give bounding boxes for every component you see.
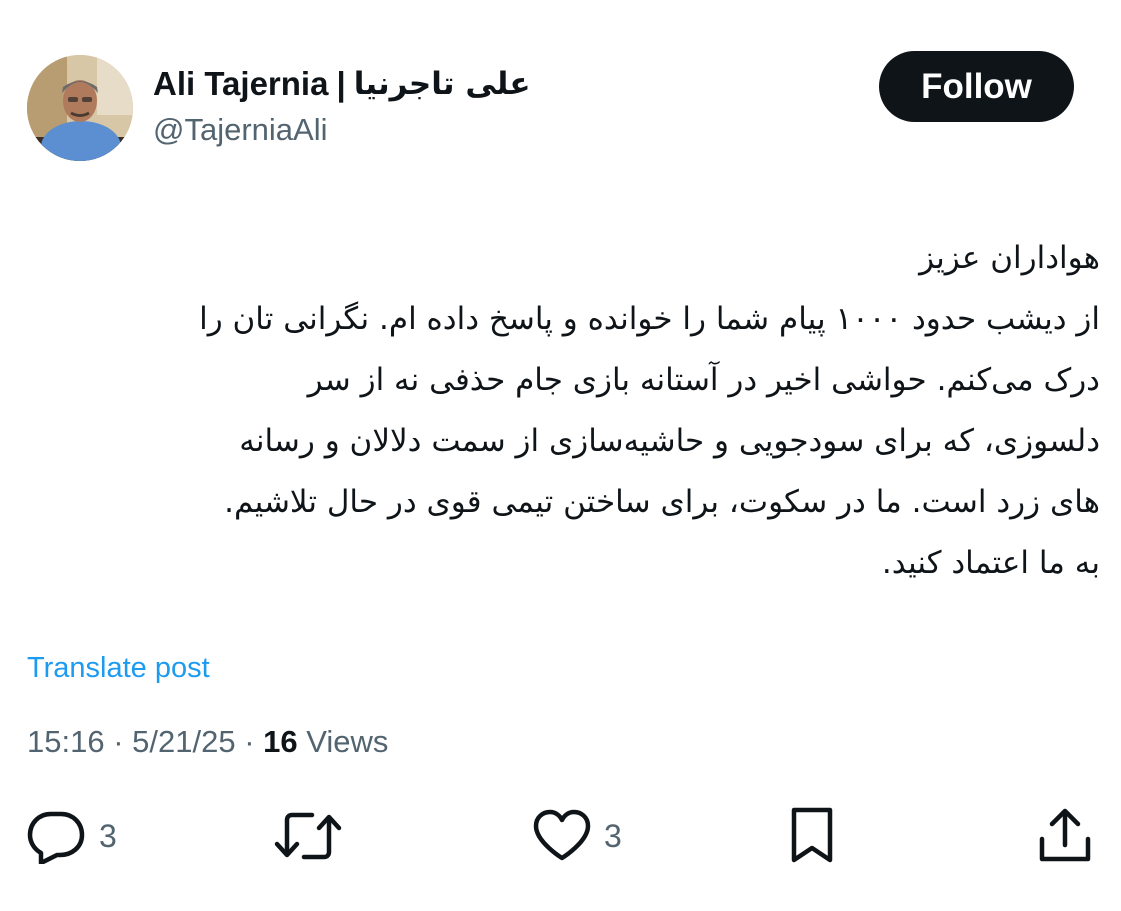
share-button[interactable] [1036,808,1094,864]
avatar[interactable] [27,55,133,161]
user-handle[interactable]: @TajerniaAli [153,108,531,152]
tweet-line: دلسوزی، که برای سودجویی و حاشیه‌سازی از … [239,423,1100,459]
like-button[interactable]: 3 [532,808,622,864]
tweet-text: هواداران عزیز از دیشب حدود ۱۰۰۰ پیام شما… [24,228,1100,594]
repost-icon [274,808,342,864]
tweet-line: های زرد است. ما در سکوت، برای ساختن تیمی… [224,484,1100,520]
author-info: Ali Tajernia | علی تاجرنیا @TajerniaAli [153,62,531,152]
avatar-image [27,55,133,161]
follow-button[interactable]: Follow [879,51,1074,122]
display-name-en: Ali Tajernia [153,65,329,102]
tweet-meta: 15:16 · 5/21/25 · 16 Views [27,722,388,762]
display-name-fa: علی تاجرنیا [353,66,531,102]
meta-separator: · [104,724,133,759]
tweet-line: از دیشب حدود ۱۰۰۰ پیام شما را خوانده و پ… [199,301,1100,337]
display-name-separator: | [336,65,346,102]
reply-button[interactable]: 3 [27,808,117,864]
bookmark-icon [786,806,838,866]
tweet-page: Ali Tajernia | علی تاجرنیا @TajerniaAli … [0,0,1121,911]
translate-post-link[interactable]: Translate post [27,650,210,686]
tweet-line: هواداران عزیز [919,240,1100,276]
display-name[interactable]: Ali Tajernia | علی تاجرنیا [153,62,531,106]
meta-separator: · [235,724,264,759]
tweet-time[interactable]: 15:16 [27,724,105,759]
reply-count: 3 [99,817,117,854]
tweet-line: به ما اعتماد کنید. [881,545,1100,581]
bookmark-button[interactable] [786,806,838,866]
share-icon [1036,807,1094,865]
reply-icon [27,808,87,864]
like-count: 3 [604,817,622,854]
repost-button[interactable] [274,808,342,864]
tweet-line: درک می‌کنم. حواشی اخیر در آستانه بازی جا… [307,362,1100,398]
views-label: Views [297,724,389,759]
tweet-date[interactable]: 5/21/25 [132,724,235,759]
views-count: 16 [263,724,298,759]
heart-icon [532,808,592,864]
